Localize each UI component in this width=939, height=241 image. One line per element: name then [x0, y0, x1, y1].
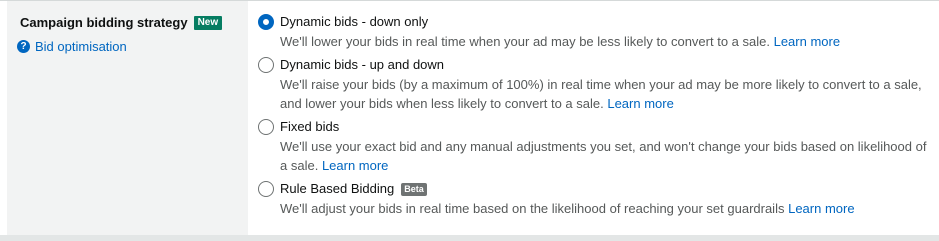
- option-title[interactable]: Fixed bids: [280, 118, 928, 136]
- field-label-text: Campaign bidding strategy: [20, 15, 188, 30]
- field-label-pane: Campaign bidding strategy New ? Bid opti…: [7, 1, 248, 235]
- option-description: We'll adjust your bids in real time base…: [280, 199, 928, 218]
- learn-more-link[interactable]: Learn more: [607, 96, 673, 111]
- radio-rule-based-bidding[interactable]: [258, 181, 274, 197]
- learn-more-link[interactable]: Learn more: [788, 201, 854, 216]
- beta-badge: Beta: [401, 182, 427, 196]
- new-badge: New: [193, 15, 223, 30]
- radio-dynamic-up-and-down[interactable]: [258, 57, 274, 73]
- bottom-divider: [0, 235, 939, 241]
- option-description: We'll lower your bids in real time when …: [280, 32, 928, 51]
- option-title[interactable]: Dynamic bids - up and down: [280, 56, 928, 74]
- learn-more-link[interactable]: Learn more: [774, 34, 840, 49]
- help-icon: ?: [17, 40, 30, 53]
- option-rule-based-bidding[interactable]: Rule Based Bidding Beta We'll adjust you…: [258, 180, 928, 218]
- option-description-text: We'll lower your bids in real time when …: [280, 34, 770, 49]
- option-description: We'll raise your bids (by a maximum of 1…: [280, 75, 928, 113]
- bidding-strategy-radio-group: Dynamic bids - down only We'll lower you…: [258, 13, 928, 223]
- learn-more-link[interactable]: Learn more: [322, 158, 388, 173]
- field-label: Campaign bidding strategy New: [20, 15, 223, 30]
- radio-fixed-bids[interactable]: [258, 119, 274, 135]
- bid-optimisation-help-link[interactable]: ? Bid optimisation: [17, 39, 127, 54]
- option-title-row[interactable]: Rule Based Bidding Beta: [280, 180, 928, 198]
- option-description-text: We'll adjust your bids in real time base…: [280, 201, 785, 216]
- option-title[interactable]: Rule Based Bidding: [280, 180, 394, 198]
- option-dynamic-up-and-down[interactable]: Dynamic bids - up and down We'll raise y…: [258, 56, 928, 113]
- option-title[interactable]: Dynamic bids - down only: [280, 13, 928, 31]
- option-description: We'll use your exact bid and any manual …: [280, 137, 928, 175]
- option-description-text: We'll raise your bids (by a maximum of 1…: [280, 77, 922, 111]
- radio-dynamic-down-only[interactable]: [258, 14, 274, 30]
- help-link-label[interactable]: Bid optimisation: [35, 39, 127, 54]
- option-dynamic-down-only[interactable]: Dynamic bids - down only We'll lower you…: [258, 13, 928, 51]
- option-fixed-bids[interactable]: Fixed bids We'll use your exact bid and …: [258, 118, 928, 175]
